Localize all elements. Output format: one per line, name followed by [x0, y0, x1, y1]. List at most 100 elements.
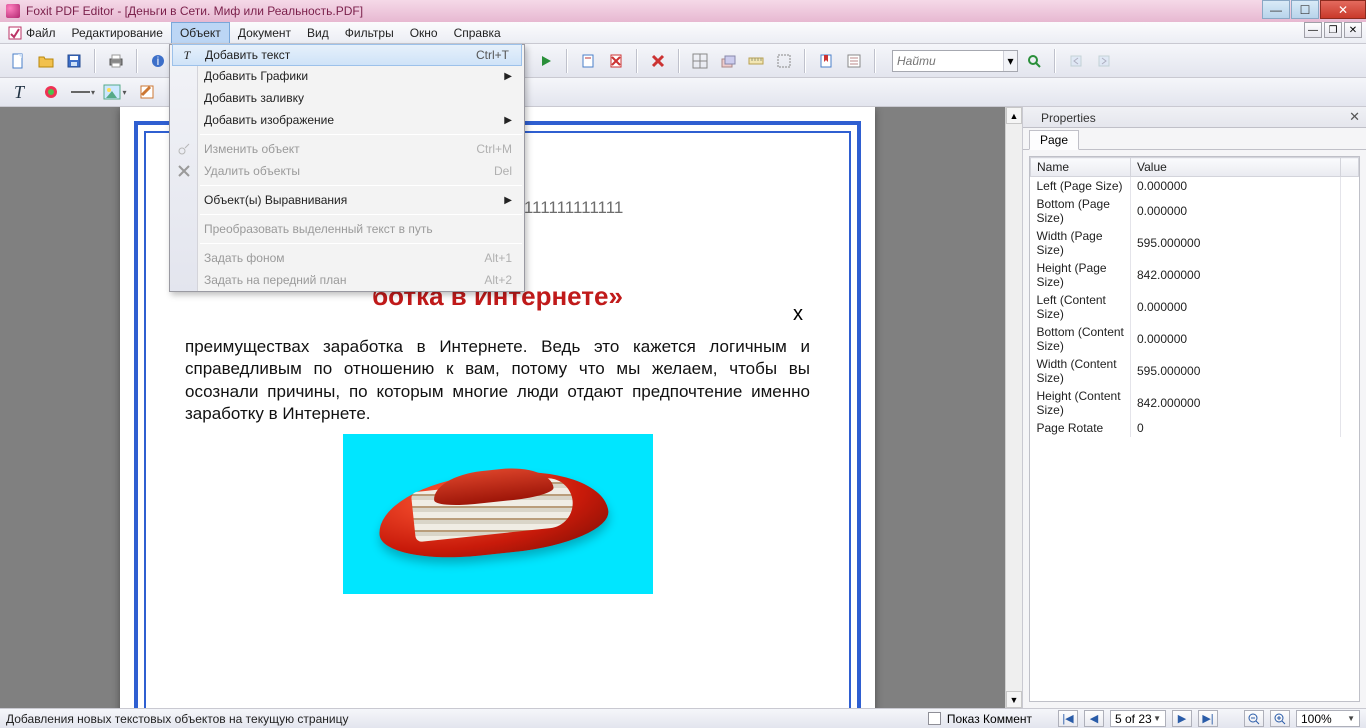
show-comments-checkbox[interactable] — [928, 712, 941, 725]
open-file-button[interactable] — [34, 49, 58, 73]
statusbar: Добавления новых текстовых объектов на т… — [0, 708, 1366, 728]
first-page-button[interactable]: |◀ — [1058, 710, 1078, 727]
cancel-button[interactable] — [646, 49, 670, 73]
status-hint: Добавления новых текстовых объектов на т… — [0, 712, 348, 726]
property-value: 0.000000 — [1131, 195, 1341, 227]
menubar: Файл Редактирование Объект Документ Вид … — [0, 22, 1366, 44]
mdi-close-button[interactable]: ✕ — [1344, 22, 1362, 38]
property-value: 842.000000 — [1131, 387, 1341, 419]
property-row[interactable]: Left (Content Size)0.000000 — [1031, 291, 1359, 323]
menu-item-add-graphics[interactable]: Добавить Графики ▶ — [170, 65, 524, 87]
property-name: Bottom (Page Size) — [1031, 195, 1131, 227]
snap-button[interactable] — [772, 49, 796, 73]
prev-page-button[interactable]: ◀ — [1084, 710, 1104, 727]
doc-paragraph: преимуществах заработка в Интернете. Вед… — [185, 336, 810, 426]
property-row[interactable]: Page Rotate0 — [1031, 419, 1359, 437]
search-button[interactable] — [1022, 49, 1046, 73]
image-tool-button[interactable]: ▾ — [102, 80, 128, 104]
property-row[interactable]: Width (Content Size)595.000000 — [1031, 355, 1359, 387]
properties-close-button[interactable]: ✕ — [1349, 109, 1360, 125]
edit-tool-button[interactable] — [134, 80, 160, 104]
text-tool-button[interactable]: T — [6, 80, 32, 104]
properties-col-value[interactable]: Value — [1131, 158, 1341, 177]
delete-page-button[interactable] — [604, 49, 628, 73]
property-row[interactable]: Left (Page Size)0.000000 — [1031, 177, 1359, 196]
menu-help[interactable]: Справка — [446, 22, 509, 43]
layers-button[interactable] — [716, 49, 740, 73]
window-maximize-button[interactable]: ☐ — [1291, 0, 1319, 19]
next-page-button[interactable]: ▶ — [1172, 710, 1192, 727]
property-row[interactable]: Bottom (Content Size)0.000000 — [1031, 323, 1359, 355]
menu-file[interactable]: Файл — [0, 22, 64, 43]
menu-document[interactable]: Документ — [230, 22, 299, 43]
property-row[interactable]: Height (Page Size)842.000000 — [1031, 259, 1359, 291]
search-dropdown-button[interactable]: ▾ — [1003, 51, 1017, 71]
properties-col-name[interactable]: Name — [1031, 158, 1131, 177]
mdi-minimize-button[interactable]: — — [1304, 22, 1322, 38]
properties-panel-title[interactable]: Properties — [1029, 109, 1108, 127]
play-button[interactable] — [534, 49, 558, 73]
line-tool-button[interactable]: ▾ — [70, 80, 96, 104]
menu-view[interactable]: Вид — [299, 22, 337, 43]
object-menu-dropdown: T Добавить текст Ctrl+T Добавить Графики… — [169, 44, 525, 292]
bookmark-button[interactable] — [814, 49, 838, 73]
search-input[interactable] — [893, 54, 1003, 68]
menu-edit[interactable]: Редактирование — [64, 22, 171, 43]
property-value: 595.000000 — [1131, 227, 1341, 259]
zoom-in-button[interactable] — [1270, 710, 1290, 727]
zoom-level-box[interactable]: 100% ▼ — [1296, 710, 1360, 727]
menu-item-add-text[interactable]: T Добавить текст Ctrl+T — [172, 44, 522, 66]
property-name: Height (Content Size) — [1031, 387, 1131, 419]
doc-letter-x: х — [793, 303, 803, 326]
property-name: Bottom (Content Size) — [1031, 323, 1131, 355]
submenu-arrow-icon: ▶ — [504, 71, 512, 82]
menu-window[interactable]: Окно — [402, 22, 446, 43]
chevron-down-icon: ▼ — [1153, 714, 1161, 723]
menu-item-add-image[interactable]: Добавить изображение ▶ — [170, 109, 524, 131]
menu-item-add-fill[interactable]: Добавить заливку — [170, 87, 524, 109]
property-row[interactable]: Height (Content Size)842.000000 — [1031, 387, 1359, 419]
property-value: 0.000000 — [1131, 291, 1341, 323]
ruler-button[interactable] — [744, 49, 768, 73]
property-name: Width (Content Size) — [1031, 355, 1131, 387]
property-row[interactable]: Bottom (Page Size)0.000000 — [1031, 195, 1359, 227]
info-button[interactable]: i — [146, 49, 170, 73]
property-row[interactable]: Width (Page Size)595.000000 — [1031, 227, 1359, 259]
doc-image-wallet — [343, 434, 653, 594]
property-value: 0.000000 — [1131, 177, 1341, 196]
annotate-tool-button[interactable] — [38, 80, 64, 104]
last-page-button[interactable]: ▶| — [1198, 710, 1218, 727]
page-number-box[interactable]: 5 of 23 ▼ — [1110, 710, 1166, 727]
vertical-scrollbar[interactable]: ▲ ▼ — [1005, 107, 1022, 708]
property-name: Left (Content Size) — [1031, 291, 1131, 323]
window-close-button[interactable]: ✕ — [1320, 0, 1366, 19]
import-page-button[interactable] — [576, 49, 600, 73]
mdi-restore-button[interactable]: ❐ — [1324, 22, 1342, 38]
property-name: Width (Page Size) — [1031, 227, 1131, 259]
properties-grid[interactable]: Name Value Left (Page Size)0.000000Botto… — [1029, 156, 1360, 702]
menu-filters[interactable]: Фильтры — [337, 22, 402, 43]
print-button[interactable] — [104, 49, 128, 73]
property-value: 842.000000 — [1131, 259, 1341, 291]
search-box[interactable]: ▾ — [892, 50, 1018, 72]
menu-object[interactable]: Объект — [171, 22, 230, 43]
menu-item-set-background: Задать фоном Alt+1 — [170, 247, 524, 269]
properties-tab-page[interactable]: Page — [1029, 130, 1079, 150]
scroll-up-button[interactable]: ▲ — [1006, 107, 1022, 124]
app-icon — [6, 4, 20, 18]
next-result-button[interactable] — [1092, 49, 1116, 73]
property-name: Page Rotate — [1031, 419, 1131, 437]
grid-button[interactable] — [688, 49, 712, 73]
menu-item-convert-text-path: Преобразовать выделенный текст в путь — [170, 218, 524, 240]
save-button[interactable] — [62, 49, 86, 73]
zoom-out-button[interactable] — [1244, 710, 1264, 727]
delete-icon — [176, 163, 192, 179]
menu-item-delete-objects: Удалить объекты Del — [170, 160, 524, 182]
prev-result-button[interactable] — [1064, 49, 1088, 73]
scroll-down-button[interactable]: ▼ — [1006, 691, 1022, 708]
properties-button[interactable] — [842, 49, 866, 73]
show-comments-label: Показ Коммент — [947, 712, 1032, 726]
new-file-button[interactable] — [6, 49, 30, 73]
menu-item-alignment[interactable]: Объект(ы) Выравнивания ▶ — [170, 189, 524, 211]
window-minimize-button[interactable]: — — [1262, 0, 1290, 19]
